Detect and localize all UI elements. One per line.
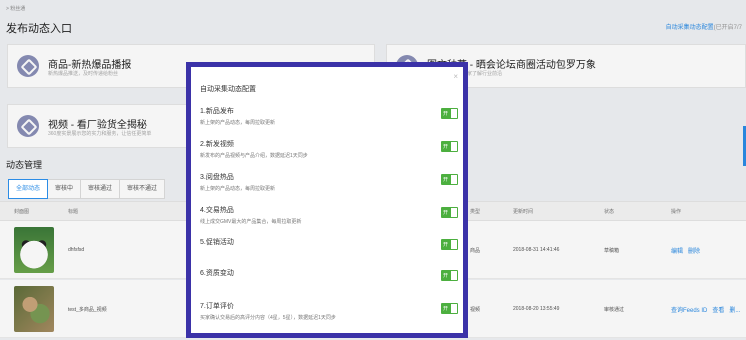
item-desc: 新发布的产品视频与产品介绍，数据延迟1天同步 bbox=[200, 153, 308, 159]
toggle-switch[interactable]: 开 bbox=[441, 174, 458, 185]
toggle-label: 开 bbox=[443, 306, 449, 312]
tab-all[interactable]: 全部动态 bbox=[8, 179, 49, 199]
close-icon[interactable]: × bbox=[453, 72, 458, 81]
auto-collect-config-modal: × 自动采集动态配置 1.新品发布 新上架的产品动态，每周拉取更新 开 2.新发… bbox=[186, 62, 468, 338]
toggle-switch[interactable]: 开 bbox=[441, 108, 458, 119]
toggle-switch[interactable]: 开 bbox=[441, 303, 458, 314]
item-name: 2.新发视频 bbox=[200, 141, 234, 148]
item-desc: 新上架的产品动态，每周拉取更新 bbox=[200, 186, 276, 192]
item-desc: 线上成交GMV最大的产品集合，每周拉取更新 bbox=[200, 219, 302, 225]
item-name: 3.阅盘热品 bbox=[200, 174, 234, 181]
toggle-label: 开 bbox=[443, 210, 449, 216]
item-name: 4.交易热品 bbox=[200, 207, 234, 214]
item-name: 5.促销活动 bbox=[200, 239, 234, 246]
toggle-label: 开 bbox=[443, 177, 449, 183]
toggle-label: 开 bbox=[443, 111, 449, 117]
toggle-label: 开 bbox=[443, 144, 449, 150]
item-desc: 买家确认交易后的高评分内容（4星，5星），数据延迟1天同步 bbox=[200, 315, 336, 321]
toggle-switch[interactable]: 开 bbox=[441, 239, 458, 250]
toggle-label: 开 bbox=[443, 273, 449, 279]
modal-title: 自动采集动态配置 bbox=[200, 86, 256, 93]
item-name: 7.订单评价 bbox=[200, 303, 234, 310]
item-name: 6.资质变动 bbox=[200, 270, 234, 277]
toggle-label: 开 bbox=[443, 242, 449, 248]
item-name: 1.新品发布 bbox=[200, 108, 234, 115]
toggle-switch[interactable]: 开 bbox=[441, 270, 458, 281]
toggle-switch[interactable]: 开 bbox=[441, 141, 458, 152]
item-desc: 新上架的产品动态，每周拉取更新 bbox=[200, 120, 276, 126]
toggle-switch[interactable]: 开 bbox=[441, 207, 458, 218]
